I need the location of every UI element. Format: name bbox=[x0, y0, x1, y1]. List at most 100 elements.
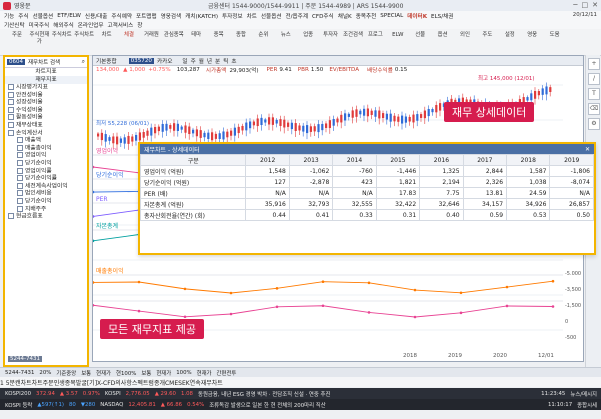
menu-item[interactable]: 포트맵맵 bbox=[136, 12, 157, 20]
chart-bottom-control[interactable]: 현재가 bbox=[156, 369, 171, 377]
period-button[interactable]: 초 bbox=[231, 57, 236, 65]
period-button[interactable]: 분 bbox=[215, 57, 220, 65]
menu-item[interactable]: CFD주식 bbox=[312, 12, 334, 20]
toolbar-button[interactable]: 영웅 bbox=[521, 32, 543, 52]
indicator-checkbox[interactable] bbox=[17, 144, 23, 151]
screen-code[interactable]: 0604 bbox=[7, 59, 25, 65]
indicator-item[interactable]: 재무상태표 bbox=[5, 121, 87, 130]
search-icon[interactable]: ⌕ bbox=[82, 58, 85, 66]
screen-tab[interactable]: 차트주문 bbox=[32, 378, 54, 387]
period-button[interactable]: 주 bbox=[191, 57, 196, 65]
chart-bottom-control[interactable]: 현100% bbox=[116, 369, 136, 377]
menu-item[interactable]: 주식예약 bbox=[111, 12, 132, 20]
toolbar-button[interactable]: 주식차트 bbox=[73, 32, 95, 52]
toolbar-button[interactable]: 관심종목 bbox=[163, 32, 185, 52]
screen-tab[interactable]: 인생종목발굴[기] bbox=[54, 378, 97, 387]
chart-bottom-control[interactable]: 100% bbox=[176, 370, 191, 376]
menu-item-secondary[interactable]: 기산신탁 bbox=[4, 21, 25, 29]
screen-tab[interactable]: 재무차트 bbox=[201, 378, 223, 387]
menu-item[interactable]: 채널K bbox=[338, 12, 352, 20]
toolbar-button[interactable]: 종목 bbox=[208, 32, 230, 52]
menu-item[interactable]: 신용/대출 bbox=[85, 12, 107, 20]
indicator-item[interactable]: 손익계산서 bbox=[5, 129, 87, 138]
chart-bottom-control[interactable]: 간편전투 bbox=[217, 369, 237, 377]
toolbar-button[interactable]: 조건검색 bbox=[342, 32, 364, 52]
menu-item[interactable]: 선물옵션 bbox=[261, 12, 282, 20]
menu-item[interactable]: 투자정보 bbox=[222, 12, 243, 20]
status-right-button[interactable]: 뉴스/메시지 bbox=[570, 390, 597, 398]
toolbar-button[interactable]: 뉴스 bbox=[275, 32, 297, 52]
maximize-button[interactable]: □ bbox=[582, 1, 589, 9]
indicator-checkbox[interactable] bbox=[17, 159, 23, 166]
indicator-item[interactable]: 지배주주 bbox=[5, 205, 87, 214]
screen-tab[interactable]: X-CFD의사항 bbox=[97, 378, 132, 387]
status-right-button[interactable]: 종합시세 bbox=[577, 401, 597, 409]
indicator-item[interactable]: 성장성비율 bbox=[5, 99, 87, 107]
indicator-checkbox[interactable] bbox=[17, 205, 23, 212]
indicator-checkbox[interactable] bbox=[17, 197, 23, 204]
indicator-item[interactable]: 시장평가지표 bbox=[5, 84, 87, 92]
close-button[interactable]: ✕ bbox=[592, 1, 598, 9]
bottom-code-badge[interactable]: 5244-7431 bbox=[8, 356, 42, 362]
news-ticker[interactable]: 조류독감 발생으로 일본 한 현 전체의 200마리 직산 bbox=[209, 401, 326, 409]
indicator-item[interactable]: 당기순이익 bbox=[5, 159, 87, 168]
indicator-item[interactable]: 영업이익률 bbox=[5, 167, 87, 176]
indicator-checkbox[interactable] bbox=[17, 190, 23, 197]
indicator-checkbox[interactable] bbox=[8, 114, 14, 121]
toolbar-button[interactable]: 투자자 bbox=[320, 32, 342, 52]
period-button[interactable]: 년 bbox=[207, 57, 212, 65]
menu-item-secondary[interactable]: 창 bbox=[137, 21, 142, 29]
chart-bottom-control[interactable]: 현재가 bbox=[197, 369, 212, 377]
menu-item[interactable]: 기능 bbox=[4, 12, 14, 20]
toolbar-button[interactable]: 설정 bbox=[499, 32, 521, 52]
screen-tab[interactable]: 1 5분캔차트 bbox=[0, 378, 32, 387]
indicator-item[interactable]: 수익성비율 bbox=[5, 106, 87, 115]
indicator-checkbox[interactable] bbox=[8, 99, 14, 106]
indicator-item[interactable]: 법인세비용 bbox=[5, 190, 87, 198]
menu-item[interactable]: 차트 bbox=[247, 12, 257, 20]
indicator-item[interactable]: 당기순이익 bbox=[5, 197, 87, 206]
toolbar-button[interactable]: 도움 bbox=[544, 32, 566, 52]
toolbar-button[interactable]: 업종 bbox=[297, 32, 319, 52]
detail-close-icon[interactable]: ✕ bbox=[585, 146, 590, 153]
menu-item-secondary[interactable]: 온라인업무 bbox=[78, 21, 104, 29]
menu-item[interactable]: 캐치(KATCH) bbox=[185, 12, 218, 20]
toolbar-button[interactable]: 외인 bbox=[454, 32, 476, 52]
screen-tab[interactable]: 스펙트럼종개 bbox=[132, 378, 165, 387]
period-button[interactable]: 월 bbox=[199, 57, 204, 65]
minimize-button[interactable]: ─ bbox=[573, 1, 577, 9]
toolbar-button[interactable]: 체결 bbox=[118, 32, 140, 52]
toolbar-button[interactable]: 옵션 bbox=[432, 32, 454, 52]
menu-item[interactable]: ELS/채권 bbox=[431, 12, 453, 20]
toolbar-button[interactable]: ELW bbox=[387, 32, 409, 52]
chart-bottom-control[interactable]: 5244-7431 bbox=[5, 370, 34, 376]
text-tool-icon[interactable]: T bbox=[588, 88, 600, 100]
chart-bottom-control[interactable]: 20% bbox=[39, 370, 51, 376]
indicator-checkbox[interactable] bbox=[17, 182, 23, 189]
toolbar-button[interactable]: 주문 bbox=[6, 32, 28, 52]
indicator-item[interactable]: 당기순이익률 bbox=[5, 175, 87, 183]
toolbar-button[interactable]: 주식차트 bbox=[51, 32, 73, 52]
menu-item[interactable]: 주식 bbox=[18, 12, 28, 20]
toolbar-button[interactable]: 순위 bbox=[252, 32, 274, 52]
toolbar-button[interactable]: 테마 bbox=[185, 32, 207, 52]
toolbar-button[interactable]: 거래원 bbox=[140, 32, 162, 52]
indicator-checkbox[interactable] bbox=[8, 121, 14, 128]
menu-item[interactable]: 전/옵주계 bbox=[286, 12, 308, 20]
chart-tab[interactable]: 기본종합 bbox=[96, 57, 117, 65]
settings-icon[interactable]: ⚙ bbox=[588, 118, 600, 130]
indicator-checkbox[interactable] bbox=[8, 91, 14, 98]
indicator-item[interactable]: 매출액 bbox=[5, 137, 87, 145]
indicator-checkbox[interactable] bbox=[17, 175, 23, 182]
crosshair-icon[interactable]: + bbox=[588, 58, 600, 70]
menu-item-secondary[interactable]: 미국주식 bbox=[29, 21, 50, 29]
menu-item[interactable]: 선물옵션 bbox=[33, 12, 54, 20]
indicator-checkbox[interactable] bbox=[8, 84, 14, 90]
toolbar-button[interactable]: 주식현재가 bbox=[28, 32, 50, 52]
menu-item[interactable]: 데이터K bbox=[407, 12, 427, 20]
chart-bottom-control[interactable]: 현재가 bbox=[96, 369, 111, 377]
indicator-checkbox[interactable] bbox=[8, 106, 14, 113]
chart-bottom-control[interactable]: 보통 bbox=[141, 369, 151, 377]
menu-item[interactable]: 영웅검색 bbox=[161, 12, 182, 20]
toolbar-button[interactable]: 종합 bbox=[230, 32, 252, 52]
